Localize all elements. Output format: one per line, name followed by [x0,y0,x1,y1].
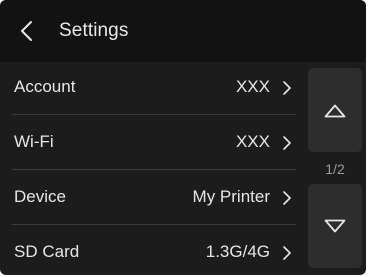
row-value: XXX [235,132,270,151]
chevron-right-icon [283,81,291,95]
chevron-left-icon [21,21,32,41]
settings-row-sd-card[interactable]: SD Card 1.3G/4G [0,227,300,275]
row-divider [12,224,296,225]
row-value: XXX [235,77,270,96]
chevron-right-icon [283,246,291,260]
chevron-right-icon [283,136,291,150]
header-bar: Settings [0,0,366,62]
row-value: My Printer [192,187,270,206]
row-value: 1.3G/4G [205,242,270,261]
settings-row-wifi[interactable]: Wi-Fi XXX [0,117,300,169]
row-label: Wi-Fi [14,132,54,151]
row-divider [12,114,296,115]
settings-row-device[interactable]: Device My Printer [0,172,300,224]
chevron-right-icon [283,191,291,205]
row-divider [12,169,296,170]
triangle-up-icon [324,104,346,118]
row-label: Account [14,77,76,96]
settings-screen: Settings Account XXX Wi-Fi XXX Device My… [0,0,366,275]
row-label: SD Card [14,242,80,261]
back-button[interactable] [16,19,40,43]
page-title: Settings [59,20,129,41]
page-indicator: 1/2 [325,161,345,177]
page-up-button[interactable] [308,68,362,152]
triangle-down-icon [324,219,346,233]
page-down-button[interactable] [308,184,362,268]
row-label: Device [14,187,66,206]
settings-row-account[interactable]: Account XXX [0,62,300,114]
